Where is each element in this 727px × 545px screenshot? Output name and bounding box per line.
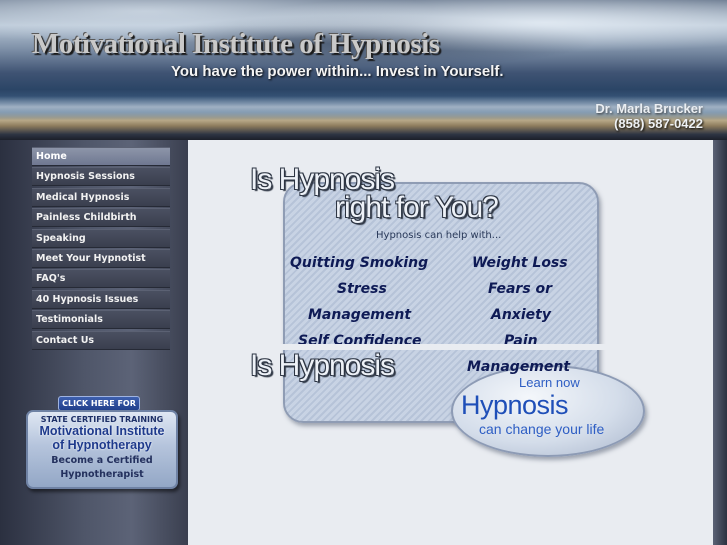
nav-item-faqs[interactable]: FAQ's [32,269,170,289]
training-promo-card[interactable]: STATE CERTIFIED TRAINING Motivational In… [26,410,178,489]
topic-management: Management [308,307,412,323]
nav-item-medical-hypnosis[interactable]: Medical Hypnosis [32,187,170,207]
nav-item-hypnosis-sessions[interactable]: Hypnosis Sessions [32,167,170,187]
topic-quitting-smoking: Quitting Smoking [290,255,429,271]
badge-hypnosis[interactable]: Hypnosis [461,390,569,421]
promo-institute-name-line2: of Hypnotherapy [52,438,152,452]
topic-stress: Stress [337,281,387,297]
nav-item-contact-us[interactable]: Contact Us [32,330,170,350]
training-promo-banner[interactable]: CLICK HERE FOR STATE CERTIFIED TRAINING … [26,396,178,489]
promo-cta-line2: Hypnotherapist [60,469,144,480]
topic-fears-or: Fears or [488,281,553,297]
phone-number: (858) 587-0422 [614,116,703,131]
nav-item-40-hypnosis-issues[interactable]: 40 Hypnosis Issues [32,289,170,309]
heading-is-hypnosis-repeat: Is Hypnosis [250,349,395,382]
site-header: Motivational Institute of Hypnosis You h… [0,0,727,140]
nav-item-home[interactable]: Home [32,147,170,166]
site-title[interactable]: Motivational Institute of Hypnosis [32,28,440,61]
contact-info: Dr. Marla Brucker (858) 587-0422 [595,101,703,131]
topic-anxiety: Anxiety [491,307,551,323]
nav-item-meet-your-hypnotist[interactable]: Meet Your Hypnotist [32,248,170,268]
heading-right-for-you: right for You? [335,191,499,224]
doctor-name: Dr. Marla Brucker [595,101,703,116]
promo-institute-name-line1: Motivational Institute [39,424,165,438]
promo-certified-training: STATE CERTIFIED TRAINING [40,415,164,424]
right-border [713,140,727,545]
topic-weight-loss: Weight Loss [472,255,568,271]
badge-change-your-life[interactable]: can change your life [479,421,604,437]
site-tagline: You have the power within... Invest in Y… [171,63,504,80]
main-nav: Home Hypnosis Sessions Medical Hypnosis … [32,147,170,351]
sidebar: Home Hypnosis Sessions Medical Hypnosis … [0,140,188,545]
badge-learn-now[interactable]: Learn now [519,375,580,390]
help-intro-text: Hypnosis can help with... [376,230,502,241]
topic-pain-management: Management [467,359,571,375]
nav-item-speaking[interactable]: Speaking [32,228,170,248]
click-here-button[interactable]: CLICK HERE FOR [58,396,140,411]
nav-item-painless-childbirth[interactable]: Painless Childbirth [32,208,170,228]
promo-cta-line1: Become a Certified [51,455,153,466]
nav-item-testimonials[interactable]: Testimonials [32,310,170,330]
